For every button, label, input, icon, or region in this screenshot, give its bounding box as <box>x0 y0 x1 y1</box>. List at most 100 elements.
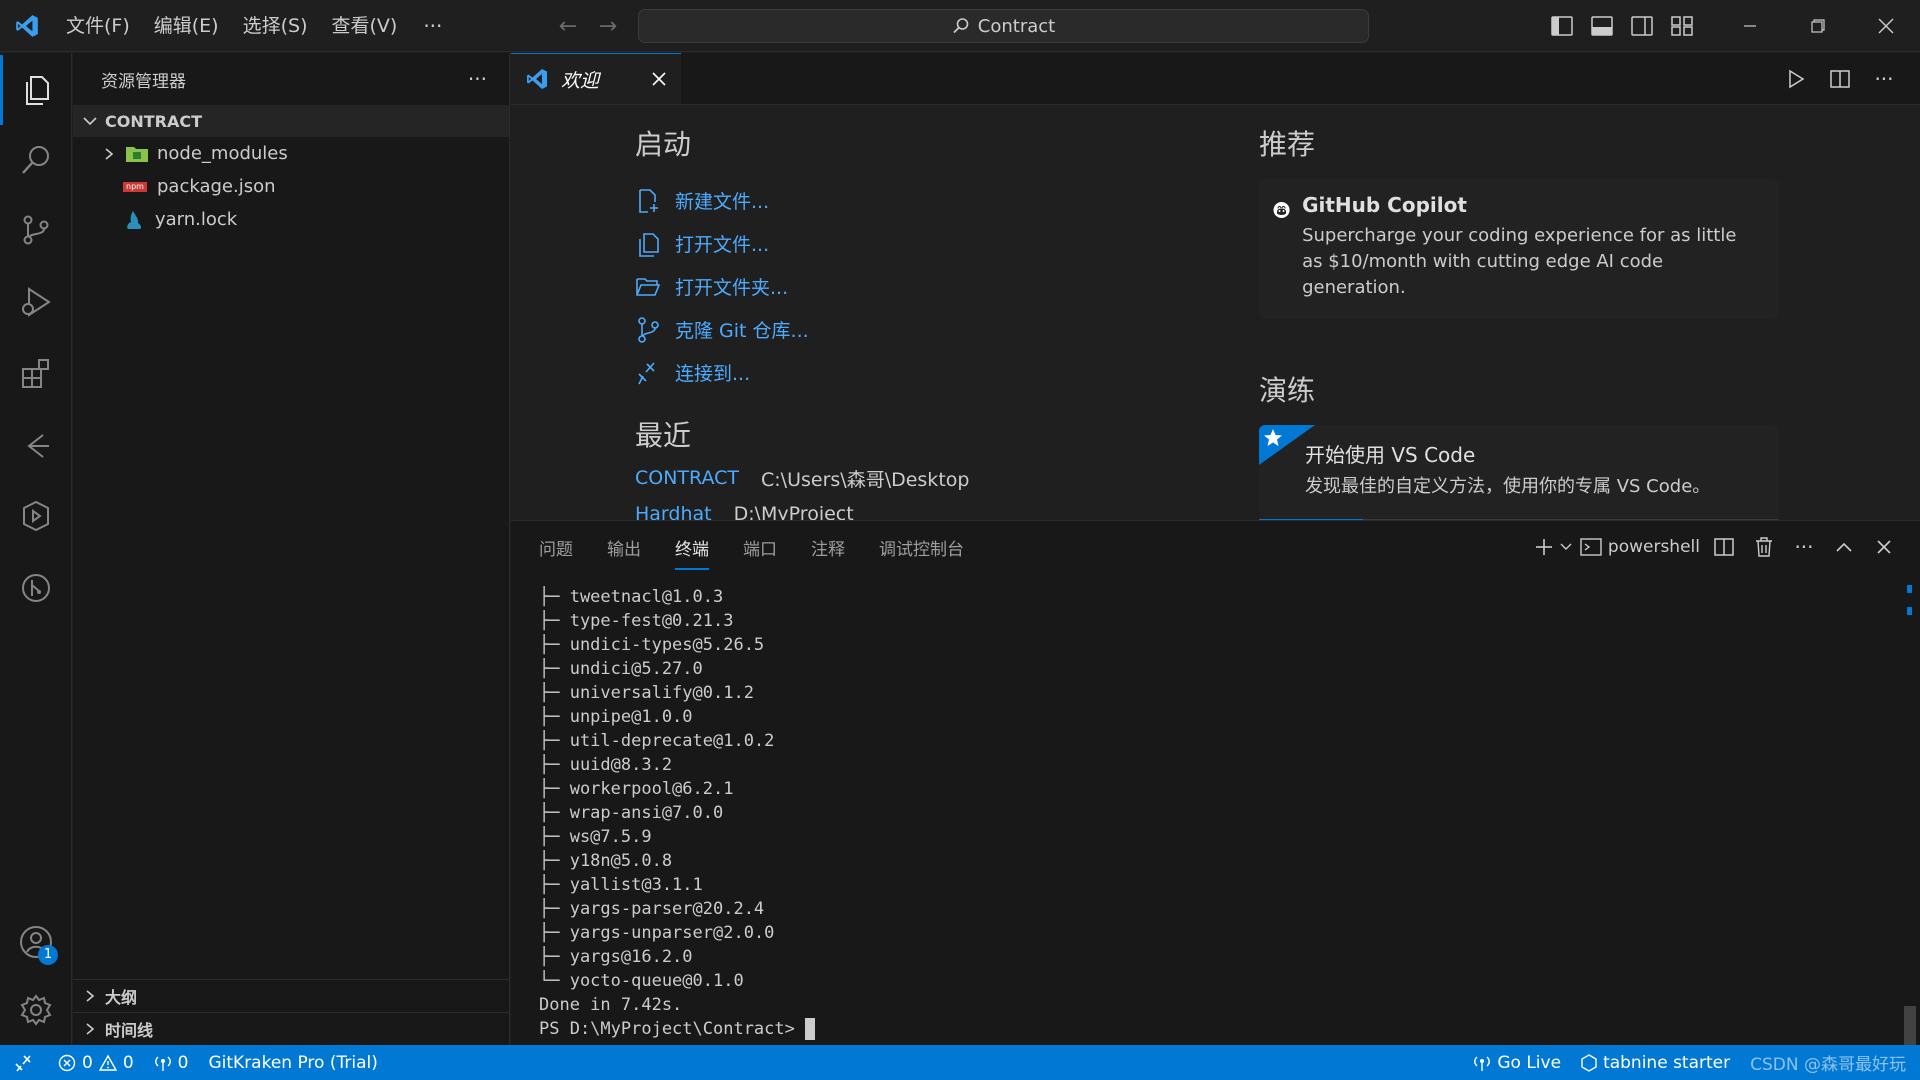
recent-path: C:\Users\森哥\Desktop <box>761 468 970 491</box>
split-editor-icon[interactable] <box>1820 59 1860 99</box>
search-icon <box>953 18 969 34</box>
new-file-icon <box>639 188 658 213</box>
welcome-recommend-column: 推荐 GitHub Copilot Supercharge your codin… <box>1259 123 1779 520</box>
recent-path: D:\MyProject <box>733 503 854 520</box>
menu-more-button[interactable]: ··· <box>409 14 456 38</box>
back-arrow-icon[interactable]: ← <box>548 8 588 44</box>
terminal-line: ├─ undici-types@5.26.5 <box>539 635 765 655</box>
tree-item-label: package.json <box>157 176 276 197</box>
toggle-primary-sidebar-icon[interactable] <box>1542 6 1582 46</box>
clone-git-link[interactable]: 克隆 Git 仓库... <box>635 308 969 351</box>
ports-indicator[interactable]: 0 <box>144 1045 199 1080</box>
open-file-link[interactable]: 打开文件... <box>635 222 969 265</box>
vscode-logo-icon <box>0 0 54 52</box>
connect-to-link[interactable]: 连接到... <box>635 351 969 394</box>
toggle-panel-icon[interactable] <box>1582 6 1622 46</box>
terminal-scrollbar[interactable] <box>1904 1006 1916 1046</box>
minimize-button[interactable] <box>1716 0 1784 52</box>
terminal-line: ├─ ws@7.5.9 <box>539 827 652 847</box>
recent-name[interactable]: Hardhat <box>635 503 712 520</box>
accounts-icon[interactable]: 1 <box>0 907 72 977</box>
gitlens-icon[interactable] <box>0 411 72 481</box>
npm-icon: npm <box>123 181 147 192</box>
restore-button[interactable] <box>1784 0 1852 52</box>
terminal-line: ├─ undici@5.27.0 <box>539 659 703 679</box>
workspace-folder-header[interactable]: CONTRACT <box>73 105 509 137</box>
remote-explorer-icon[interactable] <box>0 481 72 551</box>
tab-welcome[interactable]: 欢迎 <box>511 53 681 104</box>
watermark: CSDN @森哥最好玩 <box>1740 1045 1920 1080</box>
tree-item-label: node_modules <box>157 143 288 164</box>
chevron-down-icon <box>83 117 97 126</box>
go-live-button[interactable]: Go Live <box>1463 1045 1571 1080</box>
run-icon[interactable] <box>1776 59 1816 99</box>
menu-selection[interactable]: 选择(S) <box>231 8 320 44</box>
tabnine-icon <box>1581 1053 1597 1072</box>
menu-file[interactable]: 文件(F) <box>54 8 142 44</box>
recent-item[interactable]: CONTRACT C:\Users\森哥\Desktop <box>635 460 969 496</box>
run-debug-icon[interactable] <box>0 267 72 337</box>
tab-comments[interactable]: 注释 <box>811 535 845 560</box>
trash-icon[interactable] <box>1748 529 1780 565</box>
tabnine-status[interactable]: tabnine starter <box>1571 1045 1740 1080</box>
forward-arrow-icon[interactable]: → <box>588 8 628 44</box>
explorer-icon[interactable] <box>0 55 72 125</box>
terminal-line: ├─ yargs-parser@20.2.4 <box>539 899 765 919</box>
command-center-search[interactable]: Contract <box>638 9 1369 43</box>
git-branch-icon <box>638 316 659 343</box>
split-terminal-icon[interactable] <box>1708 529 1740 565</box>
gitkraken-status[interactable]: GitKraken Pro (Trial) <box>198 1045 387 1080</box>
settings-gear-icon[interactable] <box>0 975 72 1045</box>
maximize-panel-icon[interactable] <box>1828 529 1860 565</box>
gitkraken-icon[interactable] <box>0 553 72 623</box>
timeline-section-header[interactable]: 时间线 <box>73 1012 510 1045</box>
sidebar-header: 资源管理器 ··· <box>73 53 509 105</box>
terminal-shell-selector[interactable]: powershell <box>1580 529 1700 565</box>
open-file-icon <box>639 232 659 257</box>
close-icon[interactable] <box>651 71 667 87</box>
outline-section-header[interactable]: 大纲 <box>73 979 510 1012</box>
star-badge-icon <box>1259 425 1315 465</box>
terminal-prompt[interactable]: PS D:\MyProject\Contract> <box>539 1017 816 1041</box>
customize-layout-icon[interactable] <box>1662 6 1702 46</box>
new-file-link[interactable]: 新建文件... <box>635 179 969 222</box>
toggle-secondary-sidebar-icon[interactable] <box>1622 6 1662 46</box>
timeline-section-label: 时间线 <box>105 1021 154 1040</box>
recommend-heading: 推荐 <box>1259 128 1316 161</box>
search-view-icon[interactable] <box>0 125 72 195</box>
sidebar-more-button[interactable]: ··· <box>468 67 487 91</box>
terminal-output[interactable]: ├─ tweetnacl@1.0.3 ├─ type-fest@0.21.3 ├─ … <box>539 585 816 1041</box>
panel-more-icon[interactable]: ··· <box>1788 529 1820 565</box>
tab-terminal[interactable]: 终端 <box>675 535 709 570</box>
open-folder-link[interactable]: 打开文件夹... <box>635 265 969 308</box>
recent-name[interactable]: CONTRACT <box>635 467 739 489</box>
walkthrough-card[interactable]: 开始使用 VS Code 发现最佳的自定义方法，使用你的专属 VS Code。 <box>1259 425 1779 520</box>
remote-indicator[interactable] <box>0 1045 48 1080</box>
tree-item-yarn-lock[interactable]: yarn.lock <box>73 203 509 236</box>
terminal-line: ├─ unpipe@1.0.0 <box>539 707 693 727</box>
problems-indicator[interactable]: 0 0 <box>48 1045 144 1080</box>
outline-section-label: 大纲 <box>105 988 138 1007</box>
tree-item-package-json[interactable]: npm package.json <box>73 170 509 203</box>
yarn-icon <box>127 210 142 229</box>
source-control-icon[interactable] <box>0 195 72 265</box>
terminal-line: ├─ uuid@8.3.2 <box>539 755 673 775</box>
tree-item-node-modules[interactable]: node_modules <box>73 137 509 170</box>
terminal-icon <box>1580 538 1602 556</box>
walkthrough-title: 开始使用 VS Code <box>1305 443 1476 467</box>
new-terminal-button[interactable] <box>1534 529 1572 565</box>
menu-edit[interactable]: 编辑(E) <box>142 8 231 44</box>
tab-output[interactable]: 输出 <box>607 535 641 560</box>
plus-icon <box>1535 539 1552 555</box>
copilot-card[interactable]: GitHub Copilot Supercharge your coding e… <box>1259 179 1779 319</box>
menu-view[interactable]: 查看(V) <box>320 8 410 44</box>
close-panel-icon[interactable] <box>1868 529 1900 565</box>
editor-more-icon[interactable]: ··· <box>1864 59 1904 99</box>
tab-ports[interactable]: 端口 <box>743 535 777 560</box>
recent-heading: 最近 <box>635 419 692 452</box>
close-window-button[interactable] <box>1852 0 1920 52</box>
recent-item[interactable]: Hardhat D:\MyProject <box>635 496 969 520</box>
tab-debug-console[interactable]: 调试控制台 <box>879 535 964 560</box>
extensions-icon[interactable] <box>0 339 72 409</box>
tab-problems[interactable]: 问题 <box>539 535 573 560</box>
